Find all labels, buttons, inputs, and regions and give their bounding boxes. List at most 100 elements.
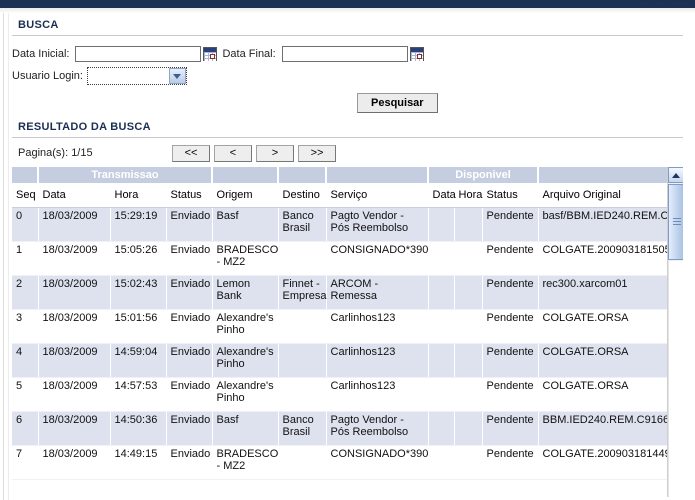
cell-servico: Pagto Vendor - Pós Reembolso bbox=[326, 207, 429, 242]
cell-disp-data bbox=[428, 241, 455, 276]
results-table-viewport: Transmissao Disponivel Seq Data Hora Sta… bbox=[12, 167, 683, 497]
table-vertical-scrollbar[interactable] bbox=[667, 167, 683, 497]
pager-next-button[interactable]: > bbox=[256, 144, 294, 162]
top-navy-bar: ···· ···· ········ bbox=[0, 0, 695, 8]
cell-seq: 2 bbox=[12, 275, 39, 310]
cell-status: Enviado bbox=[166, 445, 213, 480]
table-row[interactable]: 1 18/03/2009 15:05:26 Enviado BRADESCO -… bbox=[12, 241, 681, 276]
search-submit-row: Pesquisar bbox=[12, 93, 683, 113]
col-data[interactable]: Data bbox=[38, 183, 111, 208]
search-panel: BUSCA Data Inicial: Data Final: Usuario … bbox=[12, 16, 683, 113]
data-inicial-input[interactable] bbox=[75, 46, 202, 62]
cell-servico: Carlinhos123 bbox=[326, 309, 429, 344]
cell-servico: CONSIGNADO*390 bbox=[326, 241, 429, 276]
col-seq[interactable]: Seq bbox=[12, 183, 39, 208]
cell-data: 18/03/2009 bbox=[38, 207, 111, 242]
col-disp-hora[interactable]: Hora bbox=[454, 183, 483, 208]
cell-arquivo: COLGATE.20090318144900 bbox=[538, 445, 681, 480]
table-row[interactable]: 6 18/03/2009 14:50:36 Enviado Basf Banco… bbox=[12, 411, 681, 446]
col-destino[interactable]: Destino bbox=[278, 183, 327, 208]
table-row[interactable]: 2 18/03/2009 15:02:43 Enviado Lemon Bank… bbox=[12, 275, 681, 310]
date-range-row: Data Inicial: Data Final: bbox=[12, 43, 683, 65]
cell-arquivo: COLGATE.ORSA bbox=[538, 343, 681, 378]
results-table-body: 0 18/03/2009 15:29:19 Enviado Basf Banco… bbox=[12, 207, 681, 480]
calendar-icon-2[interactable] bbox=[409, 47, 424, 61]
page-root: ···· ···· ········ BUSCA Data Inicial: D… bbox=[0, 0, 695, 500]
cell-status: Enviado bbox=[166, 309, 213, 344]
group-blank-4 bbox=[326, 167, 430, 184]
col-status[interactable]: Status bbox=[166, 183, 213, 208]
cell-servico: ARCOM - Remessa bbox=[326, 275, 429, 310]
cell-disp-status: Pendente bbox=[482, 275, 539, 310]
table-row[interactable]: 5 18/03/2009 14:57:53 Enviado Alexandre'… bbox=[12, 377, 681, 412]
col-servico[interactable]: Serviço bbox=[326, 183, 429, 208]
pager-last-button[interactable]: >> bbox=[298, 144, 336, 162]
cell-arquivo: basf/BBM.IED240.REM.C91 bbox=[538, 207, 681, 242]
pager-first-button[interactable]: << bbox=[172, 144, 210, 162]
results-panel: RESULTADO DA BUSCA Pagina(s): 1/15 << < … bbox=[12, 118, 683, 497]
cell-arquivo: COLGATE.20090318150500 bbox=[538, 241, 681, 276]
cell-destino: Finnet - Empresa bbox=[278, 275, 327, 310]
table-row[interactable]: 7 18/03/2009 14:49:15 Enviado BRADESCO -… bbox=[12, 445, 681, 480]
table-row[interactable]: 0 18/03/2009 15:29:19 Enviado Basf Banco… bbox=[12, 207, 681, 242]
data-final-input[interactable] bbox=[281, 46, 408, 62]
group-blank-3 bbox=[278, 167, 328, 184]
cell-origem: Alexandre's Pinho bbox=[212, 343, 279, 378]
cell-hora: 15:05:26 bbox=[110, 241, 167, 276]
pesquisar-button[interactable]: Pesquisar bbox=[357, 93, 438, 113]
cell-disp-hora bbox=[454, 275, 483, 310]
cell-data: 18/03/2009 bbox=[38, 241, 111, 276]
cell-seq: 3 bbox=[12, 309, 39, 344]
cell-hora: 14:59:04 bbox=[110, 343, 167, 378]
cell-disp-data bbox=[428, 275, 455, 310]
cell-origem: Lemon Bank bbox=[212, 275, 279, 310]
cell-disp-data bbox=[428, 309, 455, 344]
cell-disp-status: Pendente bbox=[482, 343, 539, 378]
cell-seq: 6 bbox=[12, 411, 39, 446]
col-disp-data[interactable]: Data bbox=[428, 183, 456, 208]
group-blank-5 bbox=[538, 167, 682, 184]
col-disp-status[interactable]: Status bbox=[482, 183, 539, 208]
cell-seq: 5 bbox=[12, 377, 39, 412]
cell-hora: 15:01:56 bbox=[110, 309, 167, 344]
col-origem[interactable]: Origem bbox=[212, 183, 279, 208]
scrollbar-thumb[interactable] bbox=[668, 184, 683, 260]
table-row[interactable]: 3 18/03/2009 15:01:56 Enviado Alexandre'… bbox=[12, 309, 681, 344]
cell-hora: 14:50:36 bbox=[110, 411, 167, 446]
cell-servico: Carlinhos123 bbox=[326, 343, 429, 378]
scrollbar-track[interactable] bbox=[668, 261, 683, 497]
cell-arquivo: COLGATE.ORSA bbox=[538, 309, 681, 344]
cell-seq: 1 bbox=[12, 241, 39, 276]
group-header-row: Transmissao Disponivel bbox=[12, 167, 682, 184]
cell-destino: Banco Brasil bbox=[278, 207, 327, 242]
cell-data: 18/03/2009 bbox=[38, 309, 111, 344]
group-transmissao: Transmissao bbox=[38, 167, 214, 184]
cell-status: Enviado bbox=[166, 411, 213, 446]
col-hora[interactable]: Hora bbox=[110, 183, 167, 208]
pager-prev-button[interactable]: < bbox=[214, 144, 252, 162]
col-arquivo-original[interactable]: Arquivo Original bbox=[538, 183, 681, 208]
cell-servico: CONSIGNADO*390 bbox=[326, 445, 429, 480]
calendar-icon[interactable] bbox=[203, 47, 218, 61]
cell-origem: BRADESCO - MZ2 bbox=[212, 241, 279, 276]
cell-disp-hora bbox=[454, 411, 483, 446]
usuario-login-row: Usuario Login: bbox=[12, 65, 683, 87]
table-row[interactable]: 4 18/03/2009 14:59:04 Enviado Alexandre'… bbox=[12, 343, 681, 378]
cell-hora: 14:57:53 bbox=[110, 377, 167, 412]
cell-destino bbox=[278, 309, 327, 344]
cell-hora: 14:49:15 bbox=[110, 445, 167, 480]
cell-origem: BRADESCO - MZ2 bbox=[212, 445, 279, 480]
cell-disp-hora bbox=[454, 377, 483, 412]
cell-destino bbox=[278, 377, 327, 412]
chevron-down-icon[interactable] bbox=[168, 68, 186, 84]
cell-disp-status: Pendente bbox=[482, 411, 539, 446]
cell-origem: Alexandre's Pinho bbox=[212, 309, 279, 344]
usuario-login-select[interactable] bbox=[86, 67, 187, 85]
cell-destino: Banco Brasil bbox=[278, 411, 327, 446]
page-indicator: Pagina(s): 1/15 bbox=[18, 147, 93, 159]
cell-origem: Basf bbox=[212, 207, 279, 242]
page-left-rail bbox=[3, 13, 4, 500]
chevron-up-icon[interactable] bbox=[668, 167, 683, 183]
cell-disp-status: Pendente bbox=[482, 241, 539, 276]
search-panel-title: BUSCA bbox=[18, 19, 59, 31]
